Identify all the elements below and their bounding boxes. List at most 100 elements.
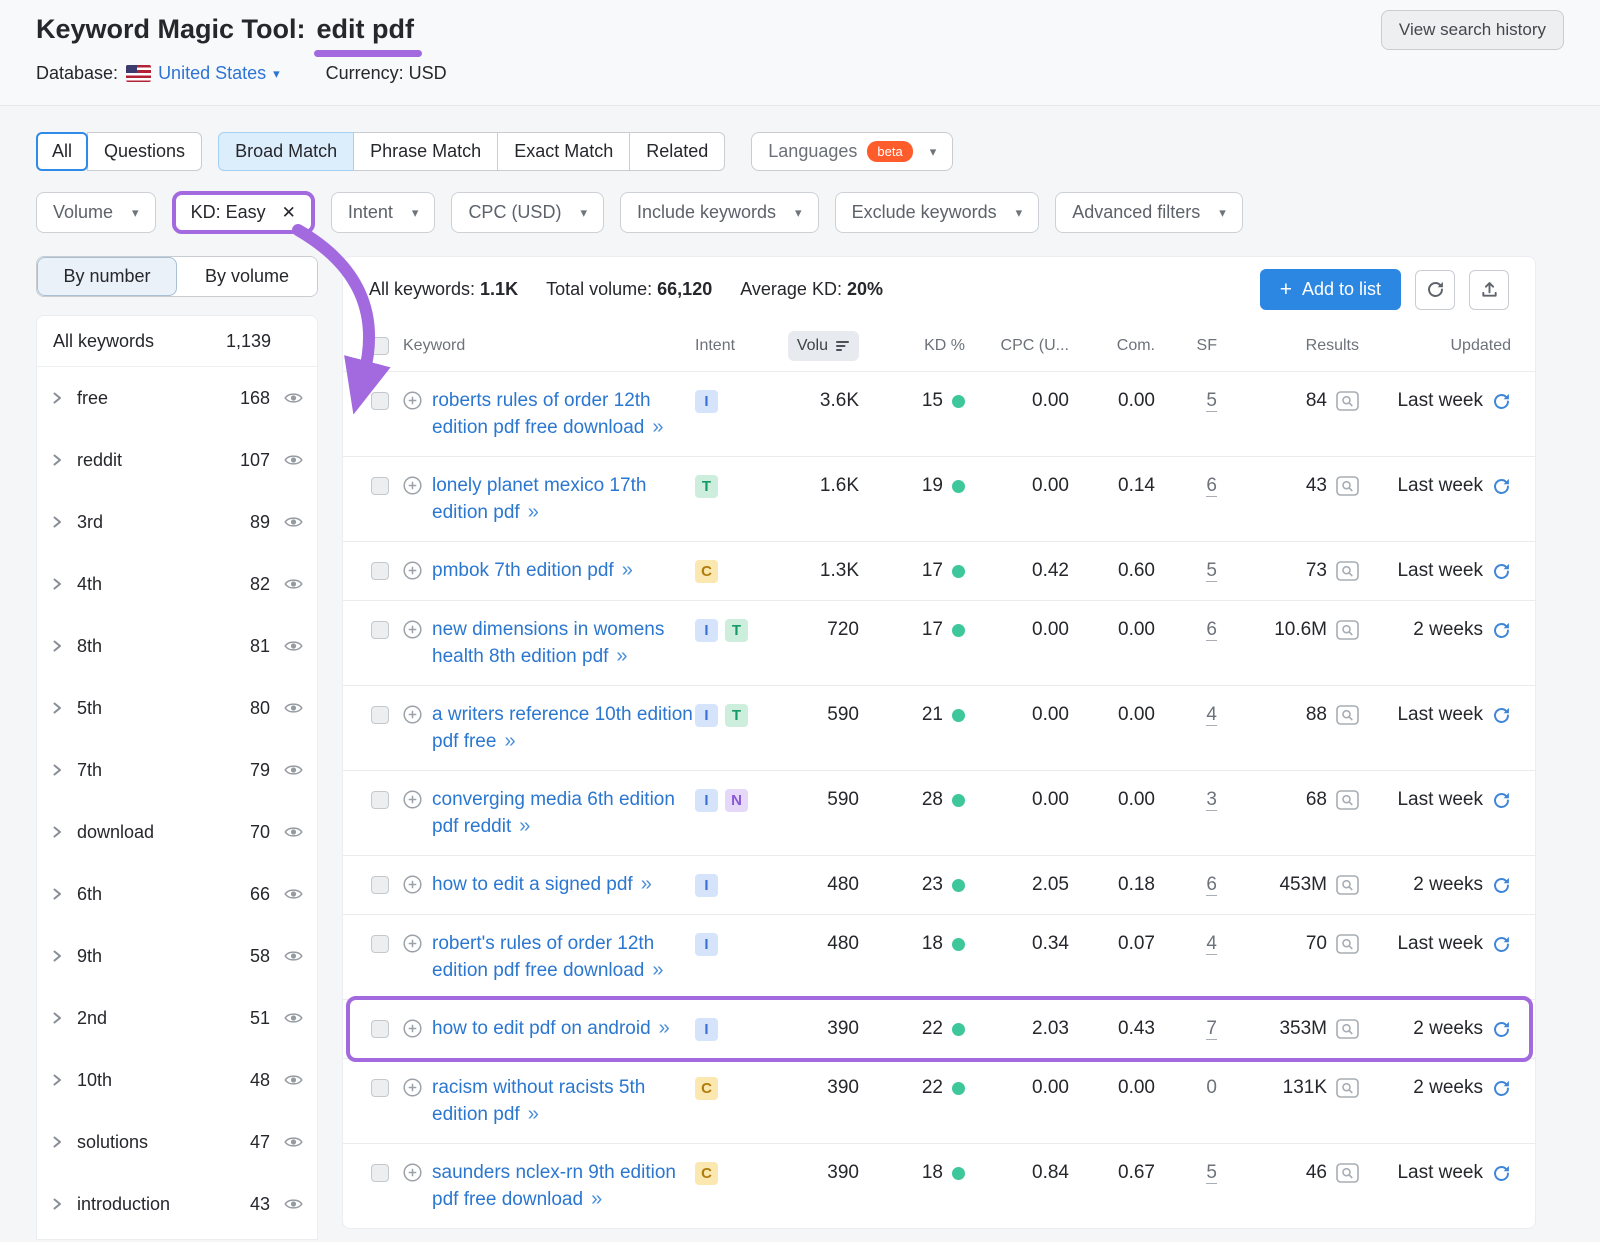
row-checkbox[interactable] [371, 562, 389, 580]
keyword-link[interactable]: saunders nclex-rn 9th edition pdf free d… [432, 1162, 676, 1210]
add-keyword-icon[interactable] [403, 1078, 422, 1097]
sf-value[interactable]: 7 [1206, 1018, 1217, 1041]
refresh-icon[interactable] [1492, 392, 1511, 411]
sf-value[interactable]: 5 [1206, 560, 1217, 583]
sidebar-keyword-item[interactable]: introduction43 [37, 1173, 317, 1235]
serp-preview-icon[interactable] [1336, 1019, 1359, 1039]
eye-icon[interactable] [284, 949, 303, 963]
add-keyword-icon[interactable] [403, 934, 422, 953]
tab-exact-match[interactable]: Exact Match [497, 132, 630, 171]
sf-value[interactable]: 4 [1206, 704, 1217, 727]
row-checkbox[interactable] [371, 706, 389, 724]
sidebar-keyword-item[interactable]: 10th48 [37, 1049, 317, 1111]
kd-filter-chip[interactable]: KD: Easy ✕ [176, 195, 311, 230]
sf-value[interactable]: 6 [1206, 874, 1217, 897]
column-com[interactable]: Com. [1069, 337, 1155, 355]
sidebar-keyword-item[interactable]: 2nd51 [37, 987, 317, 1049]
include-keywords-dropdown[interactable]: Include keywords ▾ [620, 192, 819, 233]
keyword-link[interactable]: pmbok 7th edition pdf [432, 560, 614, 581]
keyword-link[interactable]: roberts rules of order 12th edition pdf … [432, 390, 651, 438]
column-keyword[interactable]: Keyword [403, 337, 695, 355]
tab-broad-match[interactable]: Broad Match [218, 132, 354, 171]
sf-value[interactable]: 6 [1206, 619, 1217, 642]
row-checkbox[interactable] [371, 791, 389, 809]
serp-preview-icon[interactable] [1336, 790, 1359, 810]
serp-preview-icon[interactable] [1336, 391, 1359, 411]
serp-preview-icon[interactable] [1336, 561, 1359, 581]
serp-preview-icon[interactable] [1336, 1078, 1359, 1098]
refresh-icon[interactable] [1492, 706, 1511, 725]
sf-value[interactable]: 4 [1206, 933, 1217, 956]
refresh-icon[interactable] [1492, 791, 1511, 810]
sidebar-keyword-item[interactable]: reddit107 [37, 429, 317, 491]
refresh-icon[interactable] [1492, 876, 1511, 895]
eye-icon[interactable] [284, 453, 303, 467]
cpc-filter-dropdown[interactable]: CPC (USD) ▾ [451, 192, 604, 233]
sidebar-keyword-item[interactable]: solutions47 [37, 1111, 317, 1173]
refresh-icon[interactable] [1492, 562, 1511, 581]
sf-value[interactable]: 6 [1206, 475, 1217, 498]
serp-preview-icon[interactable] [1336, 1163, 1359, 1183]
row-checkbox[interactable] [371, 876, 389, 894]
double-chevron-icon[interactable]: » [652, 959, 663, 981]
add-to-list-button[interactable]: + Add to list [1260, 269, 1401, 310]
eye-icon[interactable] [284, 391, 303, 405]
keyword-link[interactable]: robert's rules of order 12th edition pdf… [432, 933, 654, 981]
database-selector[interactable]: United States ▾ [126, 63, 280, 84]
add-keyword-icon[interactable] [403, 1163, 422, 1182]
sidebar-keyword-item[interactable]: free168 [37, 367, 317, 429]
serp-preview-icon[interactable] [1336, 705, 1359, 725]
eye-icon[interactable] [284, 1011, 303, 1025]
eye-icon[interactable] [284, 639, 303, 653]
refresh-icon[interactable] [1492, 1164, 1511, 1183]
column-kd[interactable]: KD % [859, 337, 965, 355]
serp-preview-icon[interactable] [1336, 476, 1359, 496]
row-checkbox[interactable] [371, 1079, 389, 1097]
double-chevron-icon[interactable]: » [641, 873, 652, 895]
eye-icon[interactable] [284, 887, 303, 901]
add-keyword-icon[interactable] [403, 1019, 422, 1038]
double-chevron-icon[interactable]: » [622, 559, 633, 581]
column-sf[interactable]: SF [1155, 337, 1217, 355]
double-chevron-icon[interactable]: » [528, 501, 539, 523]
sidebar-keyword-item[interactable]: 8th81 [37, 615, 317, 677]
sidebar-keyword-item[interactable]: 6th66 [37, 863, 317, 925]
refresh-icon[interactable] [1492, 935, 1511, 954]
exclude-keywords-dropdown[interactable]: Exclude keywords ▾ [835, 192, 1040, 233]
keyword-link[interactable]: how to edit a signed pdf [432, 874, 633, 895]
languages-dropdown[interactable]: Languages beta ▾ [751, 132, 953, 171]
row-checkbox[interactable] [371, 1020, 389, 1038]
column-updated[interactable]: Updated [1359, 337, 1535, 355]
select-all-checkbox[interactable] [371, 337, 389, 355]
double-chevron-icon[interactable]: » [616, 645, 627, 667]
double-chevron-icon[interactable]: » [659, 1017, 670, 1039]
refresh-icon[interactable] [1492, 1020, 1511, 1039]
refresh-icon[interactable] [1492, 1079, 1511, 1098]
by-number-tab[interactable]: By number [37, 257, 177, 296]
keyword-link[interactable]: a writers reference 10th edition pdf fre… [432, 704, 693, 752]
by-volume-tab[interactable]: By volume [177, 257, 317, 296]
add-keyword-icon[interactable] [403, 561, 422, 580]
sf-value[interactable]: 5 [1206, 1162, 1217, 1185]
view-search-history-button[interactable]: View search history [1381, 10, 1564, 50]
row-checkbox[interactable] [371, 621, 389, 639]
refresh-icon[interactable] [1492, 621, 1511, 640]
sf-value[interactable]: 5 [1206, 390, 1217, 413]
column-volume[interactable]: Volu [788, 331, 859, 361]
refresh-icon[interactable] [1492, 477, 1511, 496]
eye-icon[interactable] [284, 1073, 303, 1087]
keyword-link[interactable]: how to edit pdf on android [432, 1018, 651, 1039]
sidebar-keyword-item[interactable]: 5th80 [37, 677, 317, 739]
tab-phrase-match[interactable]: Phrase Match [353, 132, 498, 171]
eye-icon[interactable] [284, 515, 303, 529]
export-button[interactable] [1469, 270, 1509, 310]
keyword-link[interactable]: converging media 6th edition pdf reddit [432, 789, 675, 837]
column-intent[interactable]: Intent [695, 337, 771, 355]
column-cpc[interactable]: CPC (U... [965, 337, 1069, 355]
double-chevron-icon[interactable]: » [652, 416, 663, 438]
add-keyword-icon[interactable] [403, 620, 422, 639]
add-keyword-icon[interactable] [403, 705, 422, 724]
keyword-link[interactable]: new dimensions in womens health 8th edit… [432, 619, 664, 667]
add-keyword-icon[interactable] [403, 790, 422, 809]
sidebar-keyword-item[interactable]: 9th58 [37, 925, 317, 987]
